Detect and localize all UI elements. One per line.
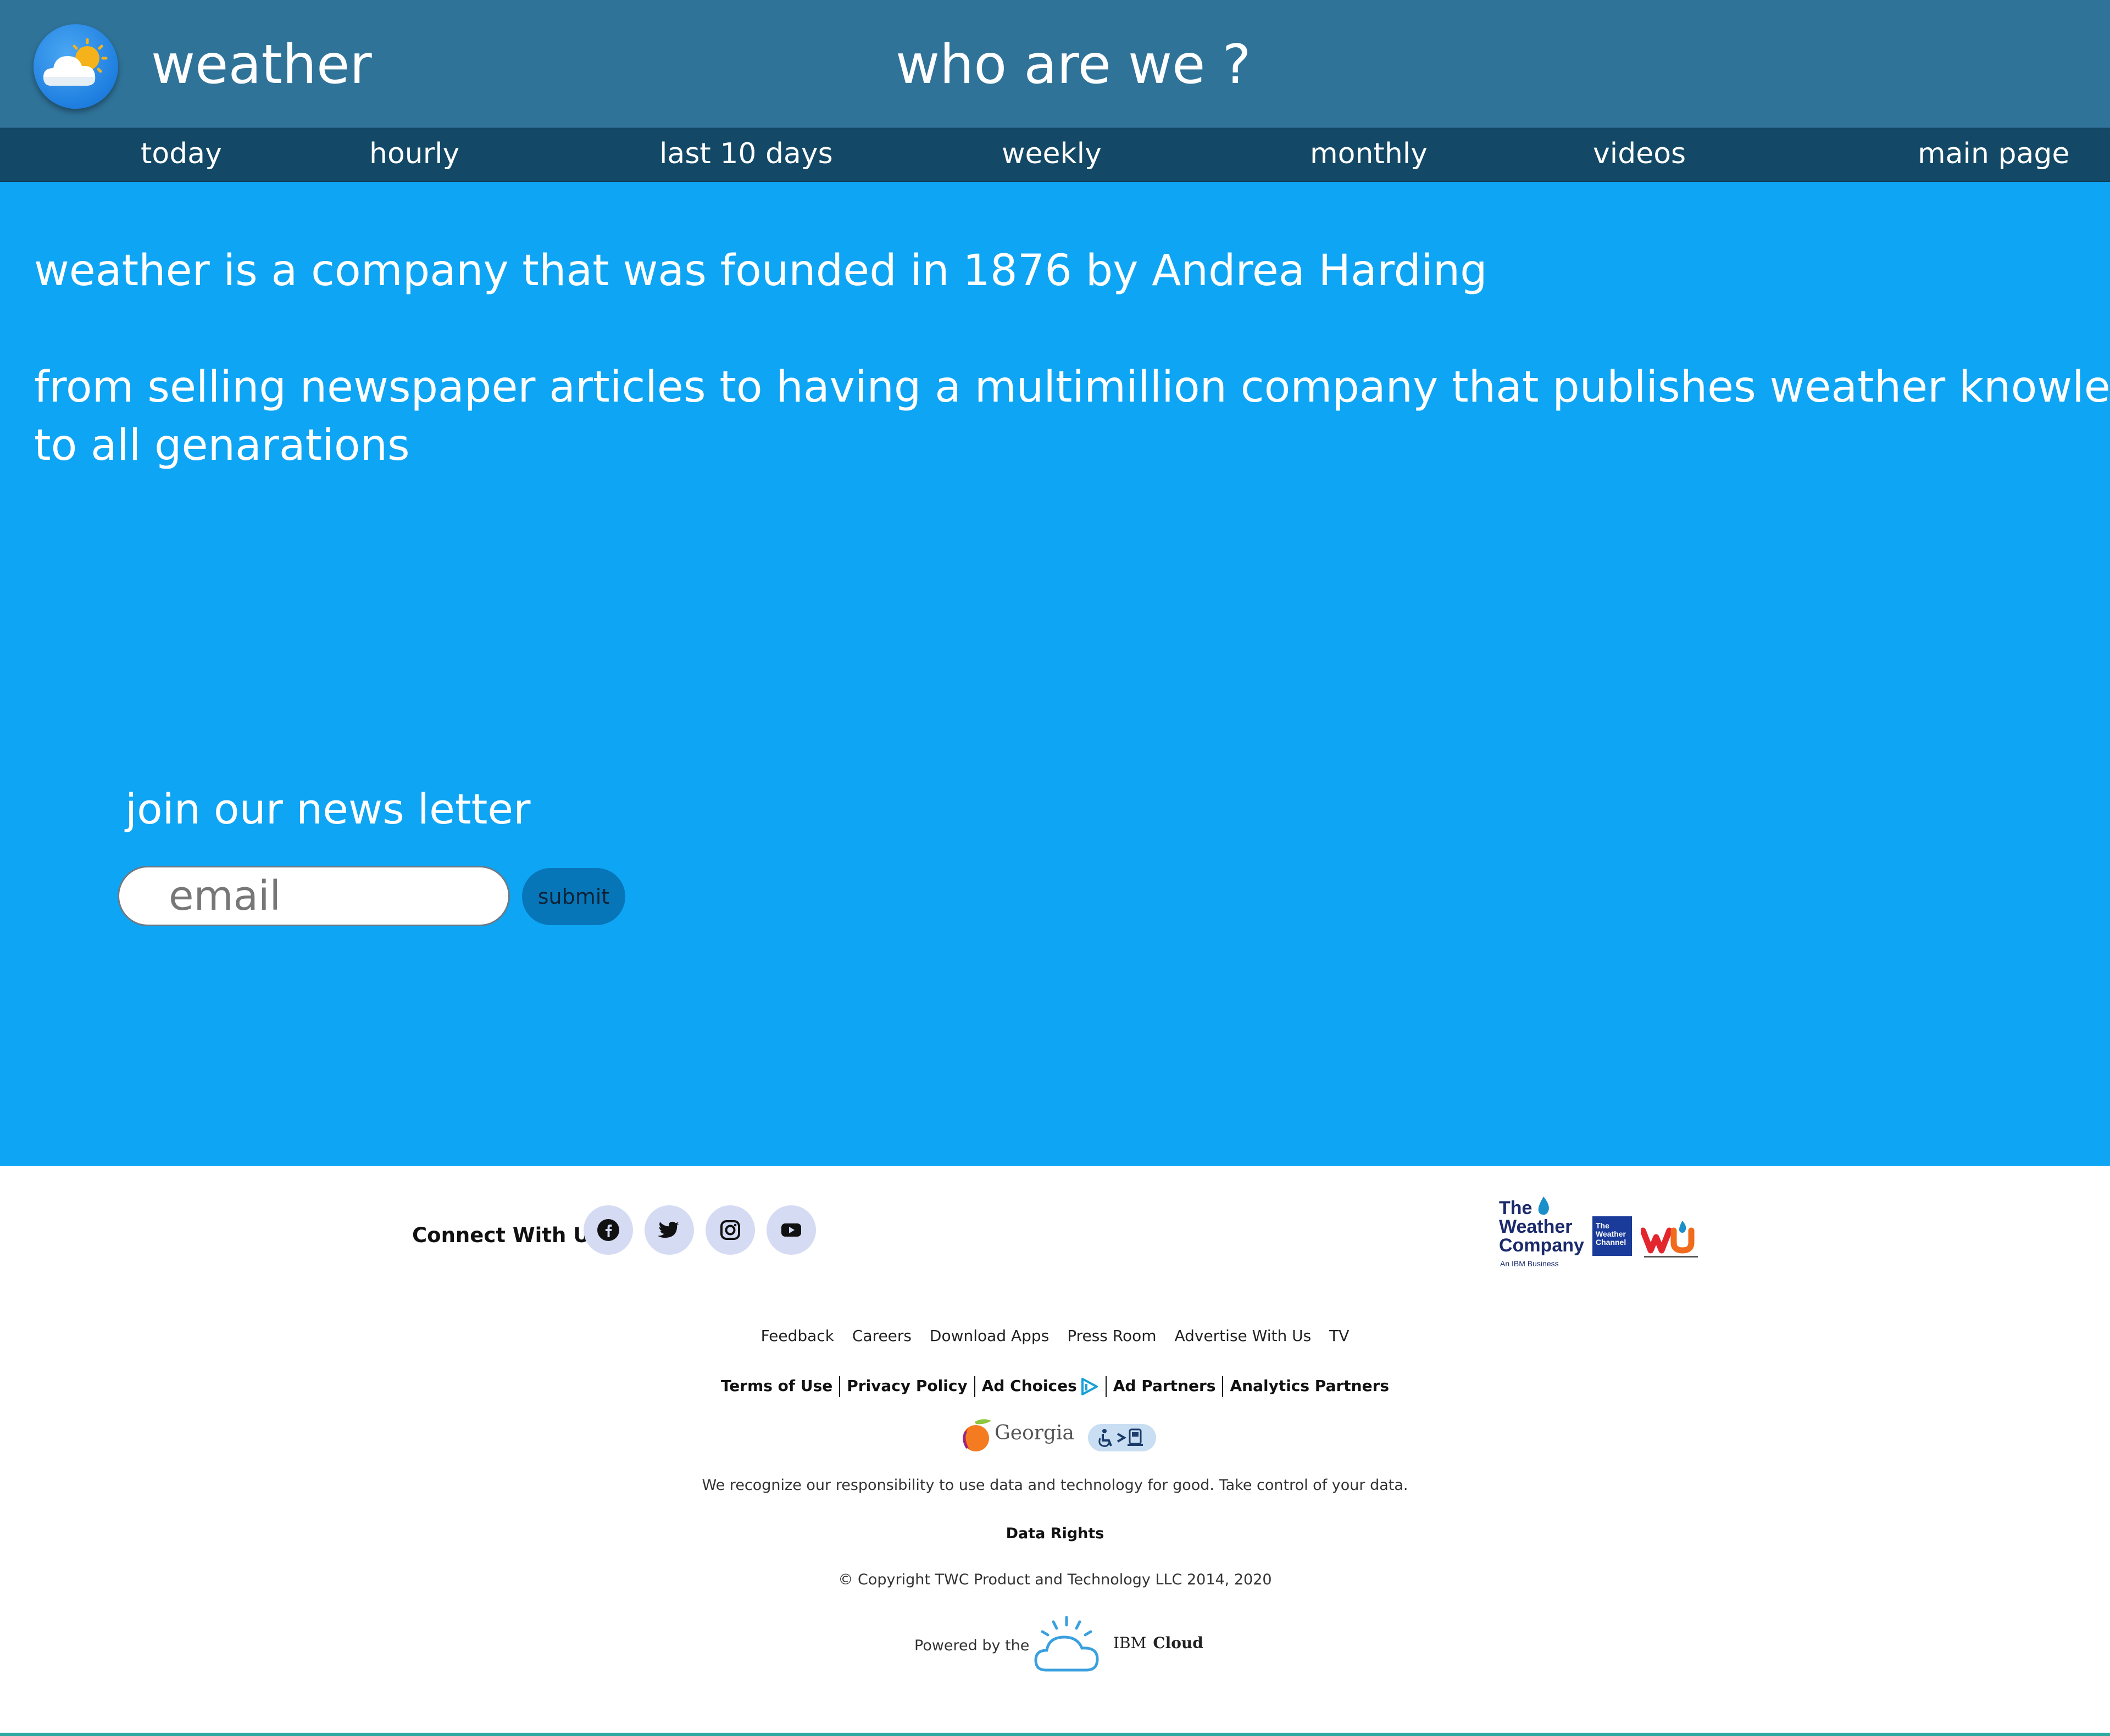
newsletter-submit-button[interactable]: submit <box>522 868 625 925</box>
nav-item-monthly[interactable]: monthly <box>1310 135 1428 173</box>
about-paragraph-history-line1: from selling newspaper articles to havin… <box>34 363 2110 412</box>
powered-by-label: Powered by the <box>914 1637 1030 1654</box>
nav-item-last-10-days[interactable]: last 10 days <box>659 135 833 173</box>
accessibility-badge[interactable] <box>1088 1424 1156 1451</box>
facebook-icon[interactable] <box>584 1205 633 1255</box>
ad-choices-icon <box>1081 1378 1098 1395</box>
ibm-cloud-wordmark: IBM Cloud <box>1113 1634 1203 1652</box>
footer-links-row2: Terms of Use Privacy Policy Ad Choices Ad P… <box>0 1375 2110 1397</box>
nav-item-today[interactable]: today <box>141 135 222 173</box>
georgia-logo-text[interactable]: Georgia <box>995 1422 1074 1444</box>
ad-choices-label: Ad Choices <box>981 1377 1077 1395</box>
site-footer: Connect With Us The Weather Company An I… <box>0 1166 2110 1736</box>
press-room-link[interactable]: Press Room <box>1067 1327 1156 1345</box>
weather-app-logo-icon[interactable] <box>34 24 118 109</box>
data-rights-link[interactable]: Data Rights <box>0 1523 2110 1545</box>
download-apps-link[interactable]: Download Apps <box>930 1327 1049 1345</box>
water-drop-icon <box>1538 1197 1549 1215</box>
analytics-partners-link[interactable]: Analytics Partners <box>1223 1377 1396 1395</box>
cloud-wordmark: Cloud <box>1153 1634 1203 1652</box>
weather-underground-logo-icon[interactable] <box>1641 1217 1701 1261</box>
the-weather-channel-logo[interactable]: The Weather Channel <box>1592 1216 1632 1256</box>
ibm-cloud-icon <box>1034 1616 1099 1672</box>
about-paragraph-history-line2: to all genarations <box>34 421 410 470</box>
page-title: who are we ? <box>896 34 1251 96</box>
nav-item-videos[interactable]: videos <box>1593 135 1686 173</box>
copyright-text: © Copyright TWC Product and Technology L… <box>838 1571 1272 1588</box>
powered-by-ibm-cloud: Powered by the IBM Cloud <box>914 1615 1203 1676</box>
footer-bottom-border <box>0 1733 2110 1736</box>
nav-item-weekly[interactable]: weekly <box>1002 135 1102 173</box>
careers-link[interactable]: Careers <box>852 1327 912 1345</box>
twc-subtitle: An IBM Business <box>1500 1259 1559 1268</box>
accessibility-icon <box>1098 1428 1143 1447</box>
newsletter-title: join our news letter <box>125 784 531 833</box>
main-nav: today hourly last 10 days weekly monthly… <box>0 128 2110 182</box>
nav-item-main-page[interactable]: main page <box>1918 135 2069 173</box>
privacy-policy-link[interactable]: Privacy Policy <box>840 1377 974 1395</box>
georgia-peach-icon <box>963 1419 991 1451</box>
nav-item-hourly[interactable]: hourly <box>369 135 459 173</box>
top-header: weather who are we ? <box>0 0 2110 128</box>
feedback-link[interactable]: Feedback <box>761 1327 834 1345</box>
instagram-icon[interactable] <box>706 1205 755 1255</box>
connect-label: Connect With Us <box>412 1223 602 1247</box>
ibm-wordmark: IBM <box>1113 1634 1147 1652</box>
ad-partners-link[interactable]: Ad Partners <box>1107 1377 1223 1395</box>
main-content: weather is a company that was founded in… <box>0 182 2110 1166</box>
about-paragraph-founding: weather is a company that was founded in… <box>34 246 1487 296</box>
tv-link[interactable]: TV <box>1329 1327 1349 1345</box>
footer-links-row1: Feedback Careers Download Apps Press Roo… <box>0 1325 2110 1347</box>
responsibility-statement: We recognize our responsibility to use d… <box>702 1477 1408 1494</box>
georgia-row: Georgia <box>960 1412 1158 1456</box>
partner-brands: The Weather Company An IBM Business The … <box>1499 1197 1702 1276</box>
brand-name: weather <box>151 34 372 96</box>
twitter-icon[interactable] <box>645 1205 694 1255</box>
terms-of-use-link[interactable]: Terms of Use <box>714 1377 839 1395</box>
youtube-icon[interactable] <box>767 1205 816 1255</box>
newsletter-email-input[interactable] <box>118 866 510 926</box>
ad-choices-link[interactable]: Ad Choices <box>975 1377 1106 1395</box>
advertise-with-us-link[interactable]: Advertise With Us <box>1174 1327 1311 1345</box>
